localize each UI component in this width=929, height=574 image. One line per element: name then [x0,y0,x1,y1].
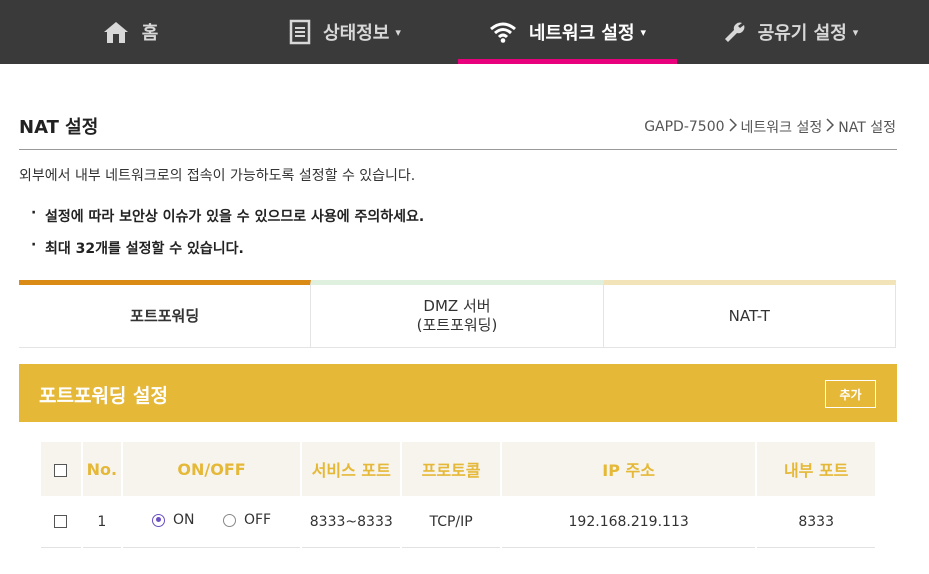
radio-on-label: ON [173,512,195,529]
nav-item-network[interactable]: 네트워크 설정 ▾ [458,0,677,64]
chevron-right-icon [729,118,737,136]
radio-on[interactable]: ON [152,512,195,528]
table-row: 1 ON OFF 8333~8333 TCP/IP 192.168.219.11… [41,496,875,548]
tab-label: NAT-T [728,306,770,325]
select-all-cell [41,442,81,496]
tab-sublabel: (포트포워딩) [416,316,498,334]
port-forwarding-table: No. ON/OFF 서비스 포트 프로토콜 IP 주소 내부 포트 1 ON … [39,442,877,548]
radio-on-button[interactable] [152,513,166,527]
nav-label-home: 홈 [141,23,159,44]
table-header-row: No. ON/OFF 서비스 포트 프로토콜 IP 주소 내부 포트 [41,442,875,496]
note-item: 설정에 따라 보안상 이슈가 있을 수 있으므로 사용에 주의하세요. [31,205,424,226]
col-header-onoff: ON/OFF [122,442,301,496]
col-header-service-port: 서비스 포트 [302,442,401,496]
tab-nat-t[interactable]: NAT-T [603,280,896,348]
page-description: 외부에서 내부 네트워크로의 접속이 가능하도록 설정할 수 있습니다. [19,168,416,184]
tab-label: 포트포워딩 [130,306,200,325]
home-icon [102,20,130,44]
nav-item-router[interactable]: 공유기 설정 ▾ [700,0,880,64]
row-onoff: ON OFF [122,496,301,548]
wrench-icon [722,20,746,44]
chevron-down-icon: ▾ [395,25,401,39]
note-item: 최대 32개를 설정할 수 있습니다. [31,237,244,258]
breadcrumb-item[interactable]: 네트워크 설정 [741,117,823,137]
row-protocol: TCP/IP [402,496,500,548]
chevron-right-icon [826,118,835,136]
breadcrumb: GAPD-7500 네트워크 설정 NAT 설정 [644,117,896,137]
nav-label-status: 상태정보 [323,23,390,44]
col-header-protocol: 프로토콜 [402,442,500,496]
chevron-down-icon: ▾ [640,25,647,39]
document-icon [289,19,311,45]
top-nav: 홈 상태정보 ▾ 네트워크 설정 ▾ 공유기 설정 ▾ [0,0,929,64]
add-button[interactable]: 추가 [825,380,876,408]
chevron-down-icon: ▾ [852,25,859,39]
radio-off-button[interactable] [222,513,236,527]
col-header-ip: IP 주소 [501,442,756,496]
select-all-checkbox[interactable] [54,463,68,477]
row-no: 1 [82,496,121,548]
radio-off-label: OFF [243,512,272,529]
nav-label-router: 공유기 설정 [757,23,847,44]
nav-item-status[interactable]: 상태정보 ▾ [240,0,450,64]
nav-item-home[interactable]: 홈 [60,0,200,64]
row-internal-port: 8333 [757,496,875,548]
section-title: 포트포워딩 설정 [39,385,168,407]
tab-port-forwarding[interactable]: 포트포워딩 [19,280,312,348]
tab-dmz-server[interactable]: DMZ 서버 (포트포워딩) [311,280,604,348]
row-select-cell [41,496,81,548]
col-header-internal-port: 내부 포트 [757,442,875,496]
col-header-no: No. [82,442,121,496]
row-service-port: 8333~8333 [302,496,401,548]
section-header: 포트포워딩 설정 추가 [19,364,897,422]
breadcrumb-item[interactable]: GAPD-7500 [644,119,724,135]
divider [19,149,897,150]
row-ip: 192.168.219.113 [501,496,756,548]
page-title: NAT 설정 [19,117,99,138]
row-checkbox[interactable] [54,515,68,528]
wifi-icon [489,21,517,43]
radio-off[interactable]: OFF [222,512,272,529]
nav-label-network: 네트워크 설정 [528,23,635,44]
breadcrumb-item: NAT 설정 [838,120,896,136]
tab-label: DMZ 서버 [423,297,491,316]
nat-tabs: 포트포워딩 DMZ 서버 (포트포워딩) NAT-T [19,280,896,348]
